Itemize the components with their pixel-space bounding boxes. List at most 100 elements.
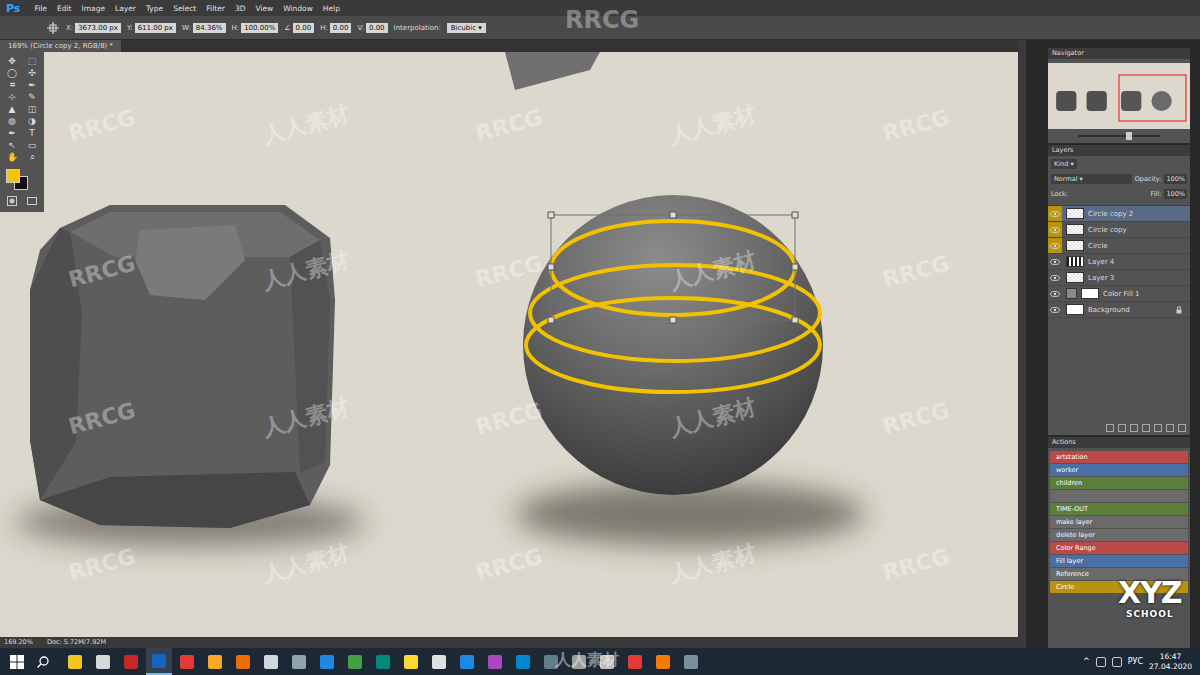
action-button[interactable]: delete layer: [1050, 529, 1188, 541]
taskbar-app-icon[interactable]: [258, 648, 284, 675]
taskbar-app-icon[interactable]: [118, 648, 144, 675]
action-button[interactable]: [1050, 490, 1188, 502]
zoom-slider[interactable]: [1048, 129, 1190, 143]
tool-button[interactable]: ✎: [22, 92, 42, 102]
action-button[interactable]: Color Range: [1050, 542, 1188, 554]
layer-action-icon[interactable]: [1142, 424, 1150, 432]
taskbar-app-icon[interactable]: [650, 648, 676, 675]
action-button[interactable]: children: [1050, 477, 1188, 489]
clock[interactable]: 16:4727.04.2020: [1149, 652, 1192, 672]
taskbar-app-icon[interactable]: [314, 648, 340, 675]
opacity-input[interactable]: 100%: [1164, 174, 1187, 184]
action-button[interactable]: worker: [1050, 464, 1188, 476]
blend-mode-select[interactable]: Normal ▾: [1051, 174, 1132, 184]
layer-row[interactable]: Circle copy 2: [1048, 206, 1190, 222]
visibility-toggle[interactable]: [1048, 286, 1062, 301]
layer-row[interactable]: Layer 3: [1048, 270, 1190, 286]
menu-item[interactable]: Edit: [57, 4, 72, 13]
visibility-toggle[interactable]: [1048, 270, 1062, 285]
visibility-toggle[interactable]: [1048, 302, 1062, 317]
menu-item[interactable]: Image: [82, 4, 106, 13]
taskbar-app-icon[interactable]: [90, 648, 116, 675]
navigator-preview[interactable]: [1048, 63, 1190, 129]
layer-action-icon[interactable]: [1118, 424, 1126, 432]
field-input[interactable]: 0.00: [330, 23, 352, 33]
language-indicator[interactable]: РУС: [1128, 657, 1143, 666]
layer-action-icon[interactable]: [1106, 424, 1114, 432]
field-input[interactable]: 611.00 px: [135, 23, 176, 33]
menu-item[interactable]: Select: [173, 4, 196, 13]
action-button[interactable]: make layer: [1050, 516, 1188, 528]
taskbar-app-icon[interactable]: [202, 648, 228, 675]
layer-action-icon[interactable]: [1166, 424, 1174, 432]
interpolation-select[interactable]: Bicubic ▾: [447, 23, 486, 33]
layer-action-icon[interactable]: [1154, 424, 1162, 432]
taskbar-app-icon[interactable]: [370, 648, 396, 675]
menu-item[interactable]: Type: [146, 4, 163, 13]
tool-button[interactable]: T: [22, 128, 42, 138]
action-button[interactable]: TIME-OUT: [1050, 503, 1188, 515]
taskbar-app-icon[interactable]: [594, 648, 620, 675]
tool-button[interactable]: ↖: [2, 140, 22, 150]
canvas[interactable]: RRCG人人素材RRCG人人素材RRCGRRCG人人素材RRCG人人素材RRCG…: [0, 52, 1018, 637]
taskbar-app-icon[interactable]: [146, 648, 172, 675]
menu-item[interactable]: Help: [323, 4, 340, 13]
tool-button[interactable]: ✒: [2, 128, 22, 138]
taskbar-app-icon[interactable]: [230, 648, 256, 675]
visibility-toggle[interactable]: [1048, 206, 1062, 221]
tool-button[interactable]: ✣: [22, 68, 42, 78]
tool-button[interactable]: ▭: [22, 140, 42, 150]
action-button[interactable]: Fill layer: [1050, 555, 1188, 567]
field-input[interactable]: 0.00: [293, 23, 315, 33]
menu-item[interactable]: 3D: [235, 4, 246, 13]
zoom-level[interactable]: 169.20%: [4, 637, 33, 648]
search-icon[interactable]: [36, 655, 50, 669]
field-input[interactable]: 84.36%: [193, 23, 226, 33]
visibility-toggle[interactable]: [1048, 254, 1062, 269]
menu-item[interactable]: Layer: [115, 4, 136, 13]
layer-row[interactable]: Background: [1048, 302, 1190, 318]
field-input[interactable]: 3673.00 px: [75, 23, 121, 33]
filter-select[interactable]: Kind ▾: [1051, 159, 1077, 169]
menu-item[interactable]: Window: [283, 4, 313, 13]
visibility-toggle[interactable]: [1048, 222, 1062, 237]
taskbar-app-icon[interactable]: [342, 648, 368, 675]
tool-button[interactable]: ◯: [2, 68, 22, 78]
taskbar-app-icon[interactable]: [454, 648, 480, 675]
menu-item[interactable]: View: [255, 4, 273, 13]
move-icon[interactable]: [46, 21, 60, 35]
layer-action-icon[interactable]: [1130, 424, 1138, 432]
layer-row[interactable]: Circle copy: [1048, 222, 1190, 238]
field-input[interactable]: 100.00%: [241, 23, 278, 33]
screen-mode-icon[interactable]: [27, 196, 37, 206]
taskbar-app-icon[interactable]: [538, 648, 564, 675]
tool-button[interactable]: ⌕: [22, 152, 42, 162]
visibility-toggle[interactable]: [1048, 238, 1062, 253]
layer-row[interactable]: Circle: [1048, 238, 1190, 254]
menu-item[interactable]: File: [34, 4, 47, 13]
taskbar-app-icon[interactable]: [510, 648, 536, 675]
color-swatches[interactable]: [2, 168, 42, 190]
menu-item[interactable]: Filter: [206, 4, 225, 13]
tool-button[interactable]: ⌗: [2, 80, 22, 90]
photoshop-logo[interactable]: Ps: [6, 2, 20, 15]
field-input[interactable]: 0.00: [366, 23, 388, 33]
layer-row[interactable]: Color Fill 1: [1048, 286, 1190, 302]
layer-action-icon[interactable]: [1178, 424, 1186, 432]
taskbar-app-icon[interactable]: [566, 648, 592, 675]
layer-row[interactable]: Layer 4: [1048, 254, 1190, 270]
tool-button[interactable]: ◑: [22, 116, 42, 126]
tray-expand[interactable]: ^: [1083, 657, 1090, 666]
tool-button[interactable]: ✥: [2, 56, 22, 66]
taskbar-app-icon[interactable]: [622, 648, 648, 675]
tool-button[interactable]: ✋: [2, 152, 22, 162]
taskbar-app-icon[interactable]: [426, 648, 452, 675]
quick-mask-icon[interactable]: [7, 196, 17, 206]
tool-button[interactable]: ◍: [2, 116, 22, 126]
taskbar-app-icon[interactable]: [398, 648, 424, 675]
tool-button[interactable]: ✒: [22, 80, 42, 90]
action-button[interactable]: artstation: [1050, 451, 1188, 463]
tool-button[interactable]: ⬚: [22, 56, 42, 66]
fill-input[interactable]: 100%: [1164, 189, 1187, 199]
taskbar-app-icon[interactable]: [286, 648, 312, 675]
